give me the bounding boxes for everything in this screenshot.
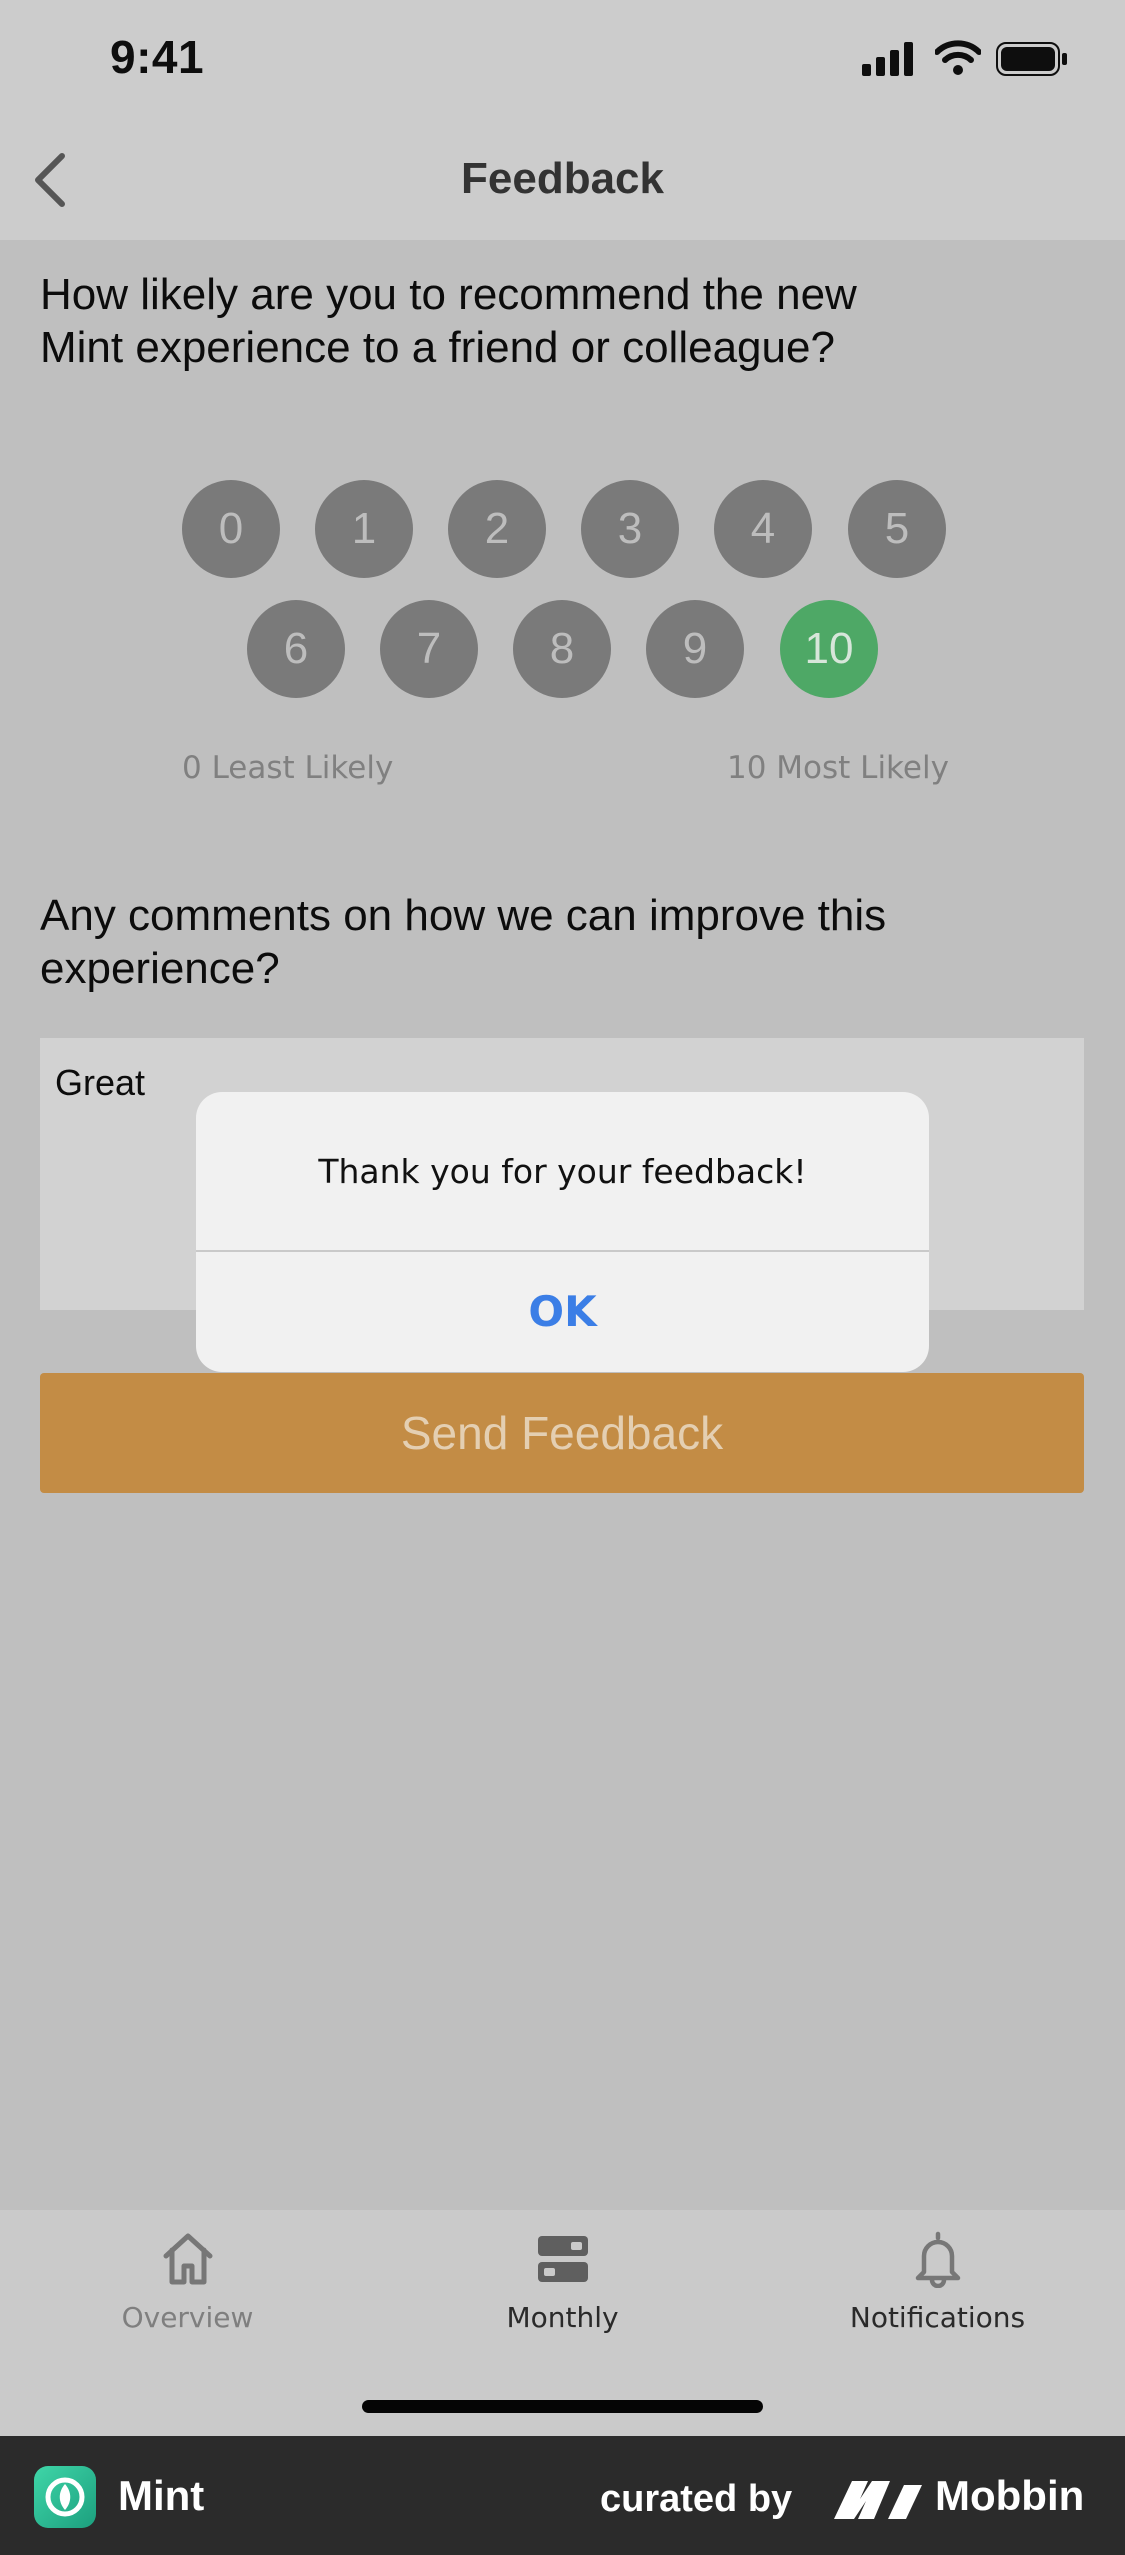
question-line: How likely are you to recommend the new: [40, 270, 857, 319]
rating-option-7[interactable]: 7: [380, 600, 478, 698]
footer-app-name: Mint: [118, 2472, 205, 2519]
rating-option-2[interactable]: 2: [448, 480, 546, 578]
send-feedback-label: Send Feedback: [400, 1407, 724, 1459]
tab-notifications[interactable]: Notifications: [750, 2228, 1125, 2334]
tab-label: Overview: [121, 2301, 254, 2334]
wifi-icon: [935, 40, 981, 75]
rating-option-0[interactable]: 0: [182, 480, 280, 578]
page-title: Feedback: [461, 154, 664, 203]
footer-brand: Mobbin: [935, 2472, 1085, 2519]
rating-option-10-selected[interactable]: 10: [780, 600, 878, 698]
tab-overview[interactable]: Overview: [0, 2228, 375, 2334]
tab-monthly[interactable]: Monthly: [375, 2228, 750, 2334]
rating-option-4[interactable]: 4: [714, 480, 812, 578]
battery-icon: [996, 42, 1067, 76]
monthly-icon: [537, 2236, 588, 2282]
bell-icon: [915, 2231, 960, 2289]
rating-option-3[interactable]: 3: [581, 480, 679, 578]
home-icon: [163, 2233, 212, 2285]
question-line: experience?: [40, 944, 280, 993]
status-time: 9:41: [110, 31, 205, 83]
alert-message: Thank you for your feedback!: [318, 1152, 807, 1191]
recommend-question: How likely are you to recommend the new …: [40, 268, 1080, 374]
comment-value: Great: [55, 1062, 146, 1103]
tab-label: Notifications: [849, 2301, 1026, 2334]
signal-icon: [862, 42, 913, 76]
home-indicator: [362, 2400, 763, 2413]
rating-option-6[interactable]: 6: [247, 600, 345, 698]
question-line: Any comments on how we can improve this: [40, 891, 887, 940]
scale-min-label: 0 Least Likely: [182, 750, 394, 786]
alert-ok-button[interactable]: OK: [196, 1252, 929, 1372]
comments-question: Any comments on how we can improve this …: [40, 889, 1080, 995]
feedback-alert: Thank you for your feedback! OK: [196, 1092, 929, 1372]
rating-option-9[interactable]: 9: [646, 600, 744, 698]
rating-option-1[interactable]: 1: [315, 480, 413, 578]
rating-option-8[interactable]: 8: [513, 600, 611, 698]
question-line: Mint experience to a friend or colleague…: [40, 323, 835, 372]
curated-by-text: curated by: [600, 2478, 793, 2520]
mint-logo-icon: [34, 2466, 96, 2528]
rating-option-5[interactable]: 5: [848, 480, 946, 578]
tab-label: Monthly: [506, 2301, 619, 2334]
mobbin-logo-icon: [834, 2481, 922, 2519]
scale-max-label: 10 Most Likely: [727, 750, 949, 786]
